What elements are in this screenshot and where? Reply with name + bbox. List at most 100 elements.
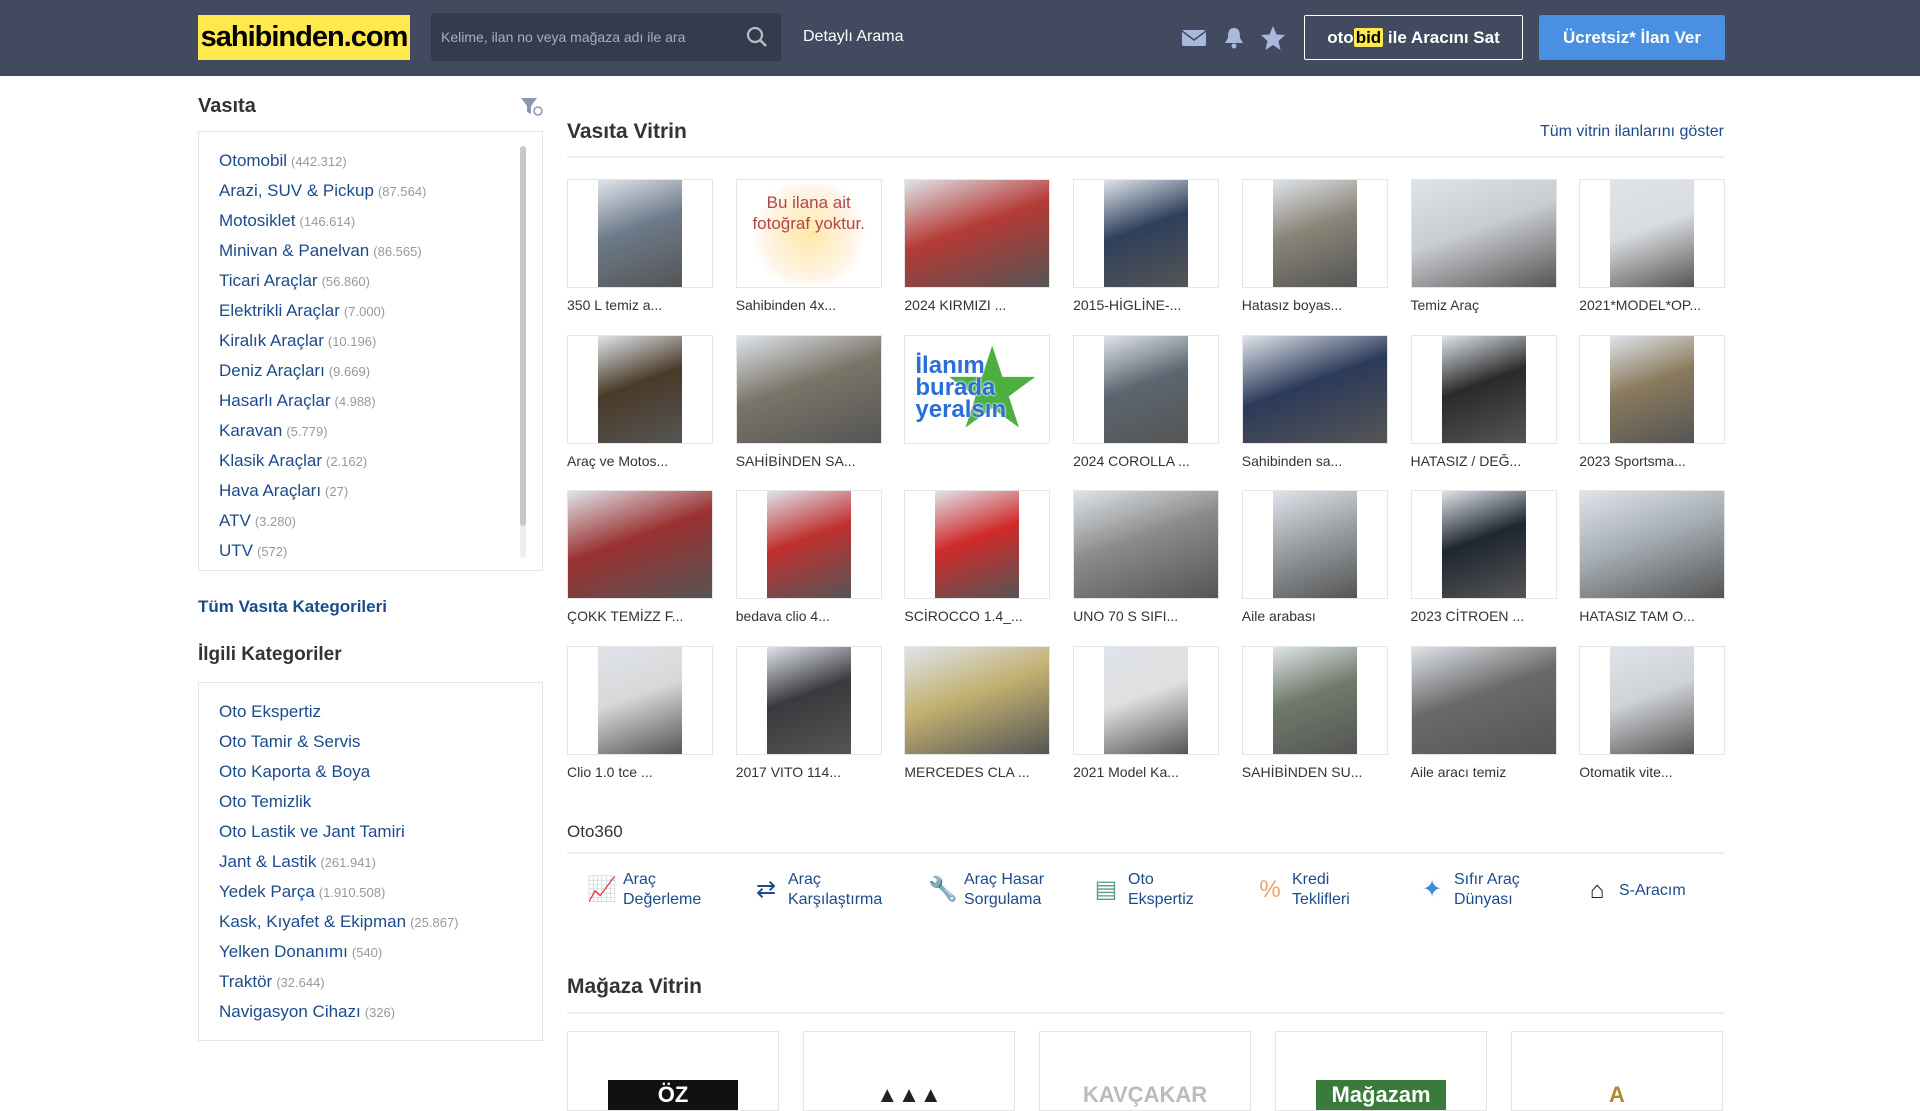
- search-input[interactable]: [441, 13, 731, 61]
- listing-thumbnail[interactable]: [1410, 645, 1557, 755]
- listing-caption[interactable]: SAHİBİNDEN SU...: [1242, 764, 1388, 780]
- listing-thumbnail[interactable]: [735, 334, 882, 444]
- listing-caption[interactable]: 2023 CİTROEN ...: [1411, 608, 1557, 624]
- category-item[interactable]: Deniz Araçları (9.669): [219, 356, 542, 386]
- listing-thumbnail[interactable]: [735, 490, 882, 599]
- showcase-item[interactable]: HATASIZ TAM O...: [1579, 490, 1726, 624]
- oto360-link[interactable]: ⌂ S-Aracım: [1583, 877, 1686, 905]
- listing-thumbnail[interactable]: [1241, 334, 1388, 444]
- category-item[interactable]: Oto Tamir & Servis: [219, 727, 542, 757]
- showcase-item[interactable]: 2023 Sportsma...: [1579, 334, 1726, 469]
- category-item[interactable]: ATV (3.280): [219, 506, 542, 536]
- showcase-item[interactable]: 2021*MODEL*OP...: [1579, 179, 1726, 313]
- listing-thumbnail[interactable]: [1241, 645, 1388, 755]
- showcase-item[interactable]: 2024 KIRMIZI ...: [904, 179, 1051, 313]
- listing-thumbnail[interactable]: [1410, 334, 1557, 444]
- showcase-item[interactable]: HATASIZ / DEĞ...: [1410, 334, 1557, 469]
- listing-thumbnail[interactable]: [567, 490, 713, 599]
- listing-thumbnail[interactable]: Bu ilana ait fotoğraf yoktur.: [735, 179, 882, 288]
- listing-thumbnail[interactable]: [1241, 179, 1388, 288]
- oto360-link[interactable]: 📈 Araç Değerleme: [587, 870, 701, 910]
- showcase-item[interactable]: ★ İlanım burada yeralsın: [904, 334, 1051, 453]
- category-item[interactable]: Jant & Lastik (261.941): [219, 847, 542, 877]
- listing-thumbnail[interactable]: [1241, 490, 1388, 599]
- showcase-item[interactable]: 350 L temiz a...: [567, 179, 713, 313]
- listing-caption[interactable]: Sahibinden 4x...: [736, 297, 882, 313]
- category-item[interactable]: Oto Temizlik: [219, 787, 542, 817]
- category-item[interactable]: Kask, Kıyafet & Ekipman (25.867): [219, 907, 542, 937]
- store-card[interactable]: Mağazam: [1275, 1031, 1487, 1111]
- listing-caption[interactable]: SAHİBİNDEN SA...: [736, 453, 882, 469]
- listing-thumbnail[interactable]: [567, 179, 713, 288]
- listing-caption[interactable]: 2023 Sportsma...: [1579, 453, 1725, 469]
- search-icon[interactable]: [745, 25, 769, 49]
- category-item[interactable]: Arazi, SUV & Pickup (87.564): [219, 176, 542, 206]
- category-item[interactable]: Minivan & Panelvan (86.565): [219, 236, 542, 266]
- star-icon[interactable]: [1259, 25, 1287, 51]
- listing-thumbnail[interactable]: [1579, 645, 1726, 755]
- listing-caption[interactable]: Araç ve Motos...: [567, 453, 713, 469]
- listing-caption[interactable]: 2021 Model Ka...: [1073, 764, 1219, 780]
- bell-icon[interactable]: [1220, 25, 1248, 51]
- showcase-item[interactable]: Aile aracı temiz: [1410, 645, 1557, 780]
- category-item[interactable]: Elektrikli Araçlar (7.000): [219, 296, 542, 326]
- site-logo[interactable]: sahibinden.com: [198, 15, 410, 60]
- category-item[interactable]: Yedek Parça (1.910.508): [219, 877, 542, 907]
- listing-caption[interactable]: 2015-HİGLİNE-...: [1073, 297, 1219, 313]
- listing-thumbnail[interactable]: ★ İlanım burada yeralsın: [904, 334, 1051, 444]
- listing-caption[interactable]: 350 L temiz a...: [567, 297, 713, 313]
- listing-thumbnail[interactable]: [1073, 490, 1220, 599]
- showcase-item[interactable]: bedava clio 4...: [735, 490, 882, 624]
- category-item[interactable]: Navigasyon Cihazı (326): [219, 997, 542, 1027]
- category-item[interactable]: Karavan (5.779): [219, 416, 542, 446]
- category-item[interactable]: Oto Kaporta & Boya: [219, 757, 542, 787]
- showcase-item[interactable]: Temiz Araç: [1410, 179, 1557, 313]
- showcase-item[interactable]: 2017 VITO 114...: [735, 645, 882, 780]
- listing-thumbnail[interactable]: [904, 179, 1051, 288]
- category-scrollbar[interactable]: [520, 146, 526, 558]
- post-ad-button[interactable]: Ücretsiz* İlan Ver: [1539, 15, 1725, 60]
- store-card[interactable]: A: [1511, 1031, 1723, 1111]
- listing-thumbnail[interactable]: [567, 334, 713, 444]
- category-item[interactable]: Traktör (32.644): [219, 967, 542, 997]
- showcase-item[interactable]: 2015-HİGLİNE-...: [1073, 179, 1220, 313]
- store-card[interactable]: KAVÇAKAR: [1039, 1031, 1251, 1111]
- showcase-item[interactable]: SAHİBİNDEN SU...: [1241, 645, 1388, 780]
- showcase-item[interactable]: Aile arabası: [1241, 490, 1388, 624]
- listing-thumbnail[interactable]: [1579, 334, 1726, 444]
- listing-caption[interactable]: Otomatik vite...: [1579, 764, 1725, 780]
- mail-icon[interactable]: [1180, 25, 1208, 51]
- listing-caption[interactable]: Clio 1.0 tce ...: [567, 764, 713, 780]
- filter-icon[interactable]: [520, 97, 544, 117]
- category-item[interactable]: Oto Lastik ve Jant Tamiri: [219, 817, 542, 847]
- listing-caption[interactable]: MERCEDES CLA ...: [904, 764, 1050, 780]
- listing-caption[interactable]: Aile aracı temiz: [1411, 764, 1557, 780]
- store-card[interactable]: ÖZ: [567, 1031, 779, 1111]
- showcase-item[interactable]: Araç ve Motos...: [567, 334, 713, 469]
- oto360-link[interactable]: ✦ Sıfır Araç Dünyası: [1418, 870, 1520, 910]
- listing-caption[interactable]: 2017 VITO 114...: [736, 764, 882, 780]
- showcase-item[interactable]: 2023 CİTROEN ...: [1410, 490, 1557, 624]
- listing-caption[interactable]: HATASIZ / DEĞ...: [1411, 453, 1557, 469]
- category-item[interactable]: Ticari Araçlar (56.860): [219, 266, 542, 296]
- listing-caption[interactable]: Sahibinden sa...: [1242, 453, 1388, 469]
- category-item[interactable]: Kiralık Araçlar (10.196): [219, 326, 542, 356]
- listing-caption[interactable]: UNO 70 S SIFI...: [1073, 608, 1219, 624]
- showcase-item[interactable]: Otomatik vite...: [1579, 645, 1726, 780]
- listing-thumbnail[interactable]: [1410, 179, 1557, 288]
- otobid-sell-button[interactable]: oto bid ile Aracını Sat: [1304, 15, 1523, 60]
- oto360-link[interactable]: ⇄ Araç Karşılaştırma: [752, 870, 882, 910]
- showcase-item[interactable]: Bu ilana ait fotoğraf yoktur. Sahibinden …: [735, 179, 882, 313]
- listing-caption[interactable]: Aile arabası: [1242, 608, 1388, 624]
- listing-caption[interactable]: bedava clio 4...: [736, 608, 882, 624]
- category-item[interactable]: Hasarlı Araçlar (4.988): [219, 386, 542, 416]
- all-categories-link[interactable]: Tüm Vasıta Kategorileri: [198, 597, 387, 617]
- showcase-item[interactable]: Hatasız boyas...: [1241, 179, 1388, 313]
- listing-caption[interactable]: Hatasız boyas...: [1242, 297, 1388, 313]
- listing-thumbnail[interactable]: [1073, 179, 1220, 288]
- category-item[interactable]: Motosiklet (146.614): [219, 206, 542, 236]
- showcase-item[interactable]: Clio 1.0 tce ...: [567, 645, 713, 780]
- category-item[interactable]: Oto Ekspertiz: [219, 697, 542, 727]
- category-item[interactable]: Klasik Araçlar (2.162): [219, 446, 542, 476]
- listing-caption[interactable]: HATASIZ TAM O...: [1579, 608, 1725, 624]
